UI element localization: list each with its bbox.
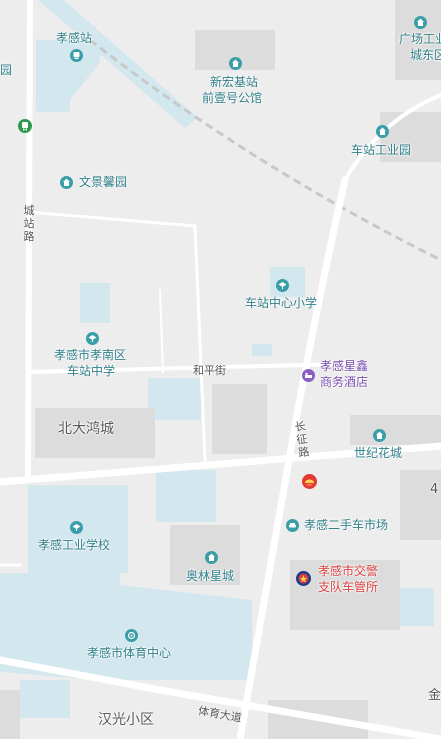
- label-right-edge-top: 4: [430, 482, 439, 497]
- road-label-chengzhan: 城站路: [23, 204, 35, 243]
- label-xiaogan-station[interactable]: 孝感站: [56, 31, 92, 46]
- label-sports-center[interactable]: 孝感市体育中心: [87, 646, 171, 661]
- water-aolin: [156, 470, 216, 522]
- map-canvas[interactable]: 孝感站 园 新宏基站 前壹号公馆 广场工业 城东区 车站工业园 文景馨园 车站中…: [0, 0, 441, 739]
- label-hanguang[interactable]: 汉光小区: [98, 713, 154, 728]
- metro-icon[interactable]: [18, 119, 32, 133]
- residential-icon[interactable]: [229, 57, 242, 70]
- sports-icon[interactable]: [125, 629, 138, 642]
- label-right-edge-jin: 金: [428, 688, 441, 703]
- water-station-area: [36, 40, 100, 112]
- label-beidahong[interactable]: 北大鸿城: [58, 422, 114, 437]
- car-icon[interactable]: [286, 519, 299, 532]
- label-xinhong-1[interactable]: 新宏基站: [210, 75, 258, 90]
- label-chezhan-industrial[interactable]: 车站工业园: [351, 143, 411, 158]
- label-traffic-2[interactable]: 支队车管所: [318, 580, 378, 595]
- school-icon[interactable]: [276, 279, 289, 292]
- road-small-v: [159, 289, 164, 373]
- label-xiaonan-2[interactable]: 车站中学: [67, 364, 115, 379]
- police-badge-icon[interactable]: [296, 571, 311, 586]
- train-station-icon[interactable]: [70, 49, 83, 62]
- hotel-icon[interactable]: [302, 369, 315, 382]
- water-bottom: [20, 680, 70, 718]
- residential-icon[interactable]: [376, 125, 389, 138]
- school-icon[interactable]: [70, 521, 83, 534]
- label-industrial-school[interactable]: 孝感工业学校: [38, 538, 110, 553]
- water-field-2: [148, 378, 201, 420]
- residential-icon[interactable]: [373, 429, 386, 442]
- label-guangchang-1[interactable]: 广场工业: [399, 32, 441, 47]
- label-traffic-1[interactable]: 孝感市交警: [318, 564, 378, 579]
- road-label-heping: 和平街: [193, 364, 226, 377]
- label-shiji[interactable]: 世纪花城: [354, 446, 402, 461]
- bldg-4: [212, 384, 267, 454]
- label-xiaonan-1[interactable]: 孝感市孝南区: [54, 348, 126, 363]
- label-chezhan-primary[interactable]: 车站中心小学: [245, 296, 317, 311]
- label-xinhong-2[interactable]: 前壹号公馆: [202, 91, 262, 106]
- label-aolin[interactable]: 奥林星城: [186, 569, 234, 584]
- residential-icon[interactable]: [205, 551, 218, 564]
- label-guangchang-2[interactable]: 城东区: [410, 48, 441, 63]
- school-icon[interactable]: [86, 332, 99, 345]
- label-used-car[interactable]: 孝感二手车市场: [304, 518, 388, 533]
- water-school-field: [80, 283, 110, 323]
- bldg-6: [350, 415, 441, 445]
- residential-icon[interactable]: [414, 16, 427, 29]
- label-wenjing[interactable]: 文景馨园: [79, 175, 127, 190]
- bldg-11: [400, 470, 441, 540]
- bldg-9: [0, 690, 20, 739]
- label-xingxin-2[interactable]: 商务酒店: [320, 375, 368, 390]
- residential-icon[interactable]: [60, 176, 73, 189]
- label-xingxin-1[interactable]: 孝感星鑫: [320, 359, 368, 374]
- gas-station-icon[interactable]: [302, 474, 317, 489]
- water-small: [252, 344, 272, 356]
- label-left-edge: 园: [0, 63, 13, 77]
